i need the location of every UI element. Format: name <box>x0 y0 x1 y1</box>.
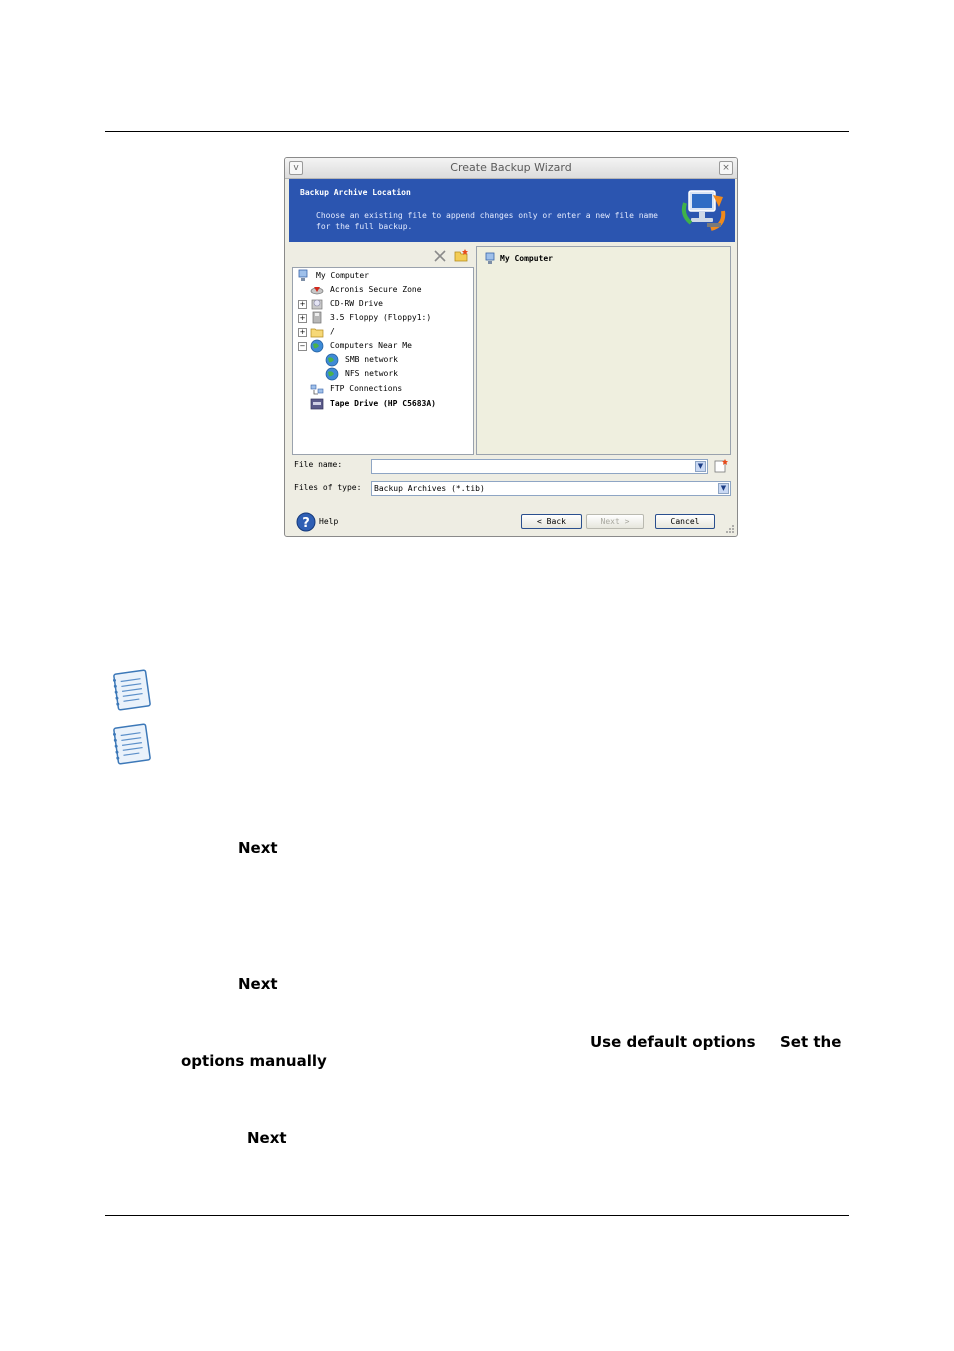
tree-item-label: SMB network <box>345 355 398 364</box>
help-icon[interactable]: ? <box>296 512 316 532</box>
tree-item-label: / <box>330 327 335 336</box>
set-the-text: Set the <box>780 1033 842 1051</box>
back-button[interactable]: < Back <box>521 514 582 529</box>
tree-item-nfs-network[interactable]: NFS network <box>293 367 473 381</box>
files-of-type-label: Files of type: <box>294 483 362 492</box>
contents-item-label: My Computer <box>500 254 553 263</box>
step3-next-text: Next <box>247 1129 287 1147</box>
step1-next-text: Next <box>238 839 278 857</box>
tree-item-label: Tape Drive (HP C5683A) <box>330 399 436 408</box>
contents-pane[interactable]: My Computer <box>476 246 731 455</box>
banner-title: Backup Archive Location <box>300 188 411 197</box>
tree-item-label: CD-RW Drive <box>330 299 383 308</box>
computer-icon <box>298 269 308 281</box>
ftp-icon <box>310 384 324 395</box>
computer-icon <box>485 252 495 264</box>
note-icon <box>112 723 151 765</box>
collapse-icon[interactable]: − <box>298 342 307 351</box>
tape-drive-icon <box>310 398 324 410</box>
next-button[interactable]: Next > <box>586 514 644 529</box>
tree-item-root-folder[interactable]: + / <box>293 325 473 339</box>
tree-item-computers-near-me[interactable]: − Computers Near Me <box>293 339 473 353</box>
dialog-title: Create Backup Wizard <box>450 161 572 174</box>
tree-item-label: Computers Near Me <box>330 341 412 350</box>
folder-icon <box>310 328 324 338</box>
files-of-type-value: Backup Archives (*.tib) <box>374 484 485 493</box>
options-manually-text: options manually <box>181 1052 327 1070</box>
tree-item-cd-rw-drive[interactable]: + CD-RW Drive <box>293 297 473 311</box>
footer-rule <box>105 1215 849 1216</box>
step2-next-text: Next <box>238 975 278 993</box>
expand-icon[interactable]: + <box>298 328 307 337</box>
resize-grip-icon[interactable] <box>725 524 735 534</box>
cd-drive-icon <box>311 299 323 310</box>
expand-icon[interactable]: + <box>298 300 307 309</box>
chevron-down-icon[interactable]: ▼ <box>718 483 729 494</box>
tree-item-label: FTP Connections <box>330 384 403 393</box>
tree-item-label: 3.5 Floppy (Floppy1:) <box>330 313 432 322</box>
contents-item-my-computer[interactable]: My Computer <box>483 252 683 266</box>
close-button[interactable]: × <box>719 161 733 175</box>
file-name-field[interactable]: ▼ <box>371 459 708 474</box>
delete-icon[interactable] <box>433 249 447 263</box>
floppy-icon <box>312 311 322 324</box>
tree-item-my-computer[interactable]: My Computer <box>293 269 473 283</box>
tree-item-label: NFS network <box>345 369 398 378</box>
secure-zone-icon <box>310 287 324 295</box>
create-backup-wizard-dialog: v Create Backup Wizard × Backup Archive … <box>284 157 738 537</box>
network-globe-icon <box>325 353 339 367</box>
tree-item-ftp-connections[interactable]: FTP Connections <box>293 382 473 396</box>
cancel-button[interactable]: Cancel <box>655 514 715 529</box>
network-globe-icon <box>310 339 324 353</box>
tree-item-label: Acronis Secure Zone <box>330 285 422 294</box>
help-button[interactable]: Help <box>319 517 338 526</box>
folder-tree[interactable]: My Computer Acronis Secure Zone + CD-RW … <box>292 267 474 455</box>
chevron-down-icon[interactable]: ▼ <box>695 461 706 472</box>
files-of-type-select[interactable]: Backup Archives (*.tib) ▼ <box>371 481 731 496</box>
tree-item-tape-drive[interactable]: Tape Drive (HP C5683A) <box>293 397 473 411</box>
tree-item-label: My Computer <box>316 271 369 280</box>
tree-item-acronis-secure-zone[interactable]: Acronis Secure Zone <box>293 283 473 297</box>
title-bar[interactable]: v Create Backup Wizard × <box>285 158 737 179</box>
file-name-label: File name: <box>294 460 343 469</box>
svg-text:?: ? <box>302 516 310 531</box>
expand-icon[interactable]: + <box>298 314 307 323</box>
tree-item-smb-network[interactable]: SMB network <box>293 353 473 367</box>
new-file-icon[interactable] <box>713 458 729 473</box>
header-rule <box>105 131 849 132</box>
note-icon <box>112 669 151 711</box>
wizard-banner: Backup Archive Location Choose an existi… <box>289 179 735 242</box>
tree-item-floppy[interactable]: + 3.5 Floppy (Floppy1:) <box>293 311 473 325</box>
new-folder-icon[interactable] <box>454 248 470 262</box>
banner-description: Choose an existing file to append change… <box>316 211 658 231</box>
network-globe-icon <box>325 367 339 381</box>
use-default-options-text: Use default options <box>590 1033 756 1051</box>
backup-wizard-icon <box>681 190 726 231</box>
